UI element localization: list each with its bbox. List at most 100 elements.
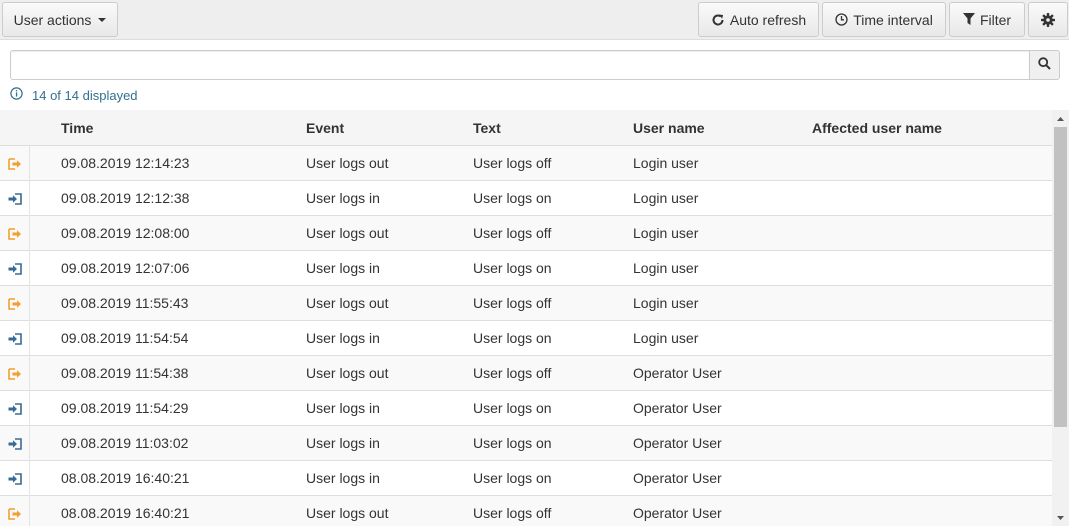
cell-event: User logs in xyxy=(306,435,380,451)
cell-text: User logs on xyxy=(473,400,552,416)
time-interval-button[interactable]: Time interval xyxy=(822,2,946,37)
auto-refresh-label: Auto refresh xyxy=(729,11,807,28)
login-icon xyxy=(0,321,30,356)
cell-time: 09.08.2019 12:14:23 xyxy=(61,155,190,171)
cell-text: User logs on xyxy=(473,435,552,451)
search-button[interactable] xyxy=(1029,50,1060,80)
cell-user-name: Login user xyxy=(633,190,699,206)
column-header-affected-user-name[interactable]: Affected user name xyxy=(812,110,942,146)
cell-text: User logs on xyxy=(473,470,552,486)
caret-down-icon xyxy=(98,17,107,22)
user-actions-table: Time Event Text User name Affected user … xyxy=(0,110,1052,526)
vertical-scrollbar[interactable] xyxy=(1052,110,1069,526)
search-input[interactable] xyxy=(10,50,1030,80)
refresh-icon xyxy=(711,13,725,27)
table-header: Time Event Text User name Affected user … xyxy=(0,110,1052,146)
cell-event: User logs in xyxy=(306,260,380,276)
cell-user-name: Operator User xyxy=(633,505,722,521)
login-icon xyxy=(0,391,30,426)
toolbar: User actions Auto refresh Time interval … xyxy=(0,0,1069,40)
cell-event: User logs in xyxy=(306,190,380,206)
cell-time: 08.08.2019 16:40:21 xyxy=(61,470,190,486)
login-icon xyxy=(0,181,30,216)
cell-event: User logs out xyxy=(306,365,389,381)
search-icon xyxy=(1038,57,1051,73)
cell-time: 08.08.2019 16:40:21 xyxy=(61,505,190,521)
table-row[interactable]: 09.08.2019 12:07:06 User logs in User logs… xyxy=(0,251,1052,286)
column-header-user-name[interactable]: User name xyxy=(633,110,705,146)
cell-user-name: Login user xyxy=(633,225,699,241)
result-count-info: 14 of 14 displayed xyxy=(10,86,138,104)
table-row[interactable]: 09.08.2019 11:54:54 User logs in User logs… xyxy=(0,321,1052,356)
cell-time: 09.08.2019 11:54:54 xyxy=(61,330,189,346)
cell-text: User logs off xyxy=(473,505,552,521)
login-icon xyxy=(0,251,30,286)
settings-button[interactable] xyxy=(1028,2,1068,37)
column-header-time[interactable]: Time xyxy=(61,110,93,146)
result-count-text: 14 of 14 displayed xyxy=(32,87,138,103)
filter-icon xyxy=(962,13,975,26)
cell-user-name: Operator User xyxy=(633,435,722,451)
time-interval-label: Time interval xyxy=(853,11,933,28)
cell-time: 09.08.2019 11:03:02 xyxy=(61,435,189,451)
cell-event: User logs out xyxy=(306,295,389,311)
search-bar xyxy=(10,50,1060,80)
table-row[interactable]: 09.08.2019 12:12:38 User logs in User logs… xyxy=(0,181,1052,216)
cell-text: User logs on xyxy=(473,260,552,276)
cell-text: User logs off xyxy=(473,225,552,241)
cell-text: User logs off xyxy=(473,155,552,171)
cell-event: User logs out xyxy=(306,225,389,241)
filter-button[interactable]: Filter xyxy=(949,2,1025,37)
cell-user-name: Operator User xyxy=(633,365,722,381)
logout-icon xyxy=(0,496,30,526)
table-row[interactable]: 09.08.2019 12:08:00 User logs out User log… xyxy=(0,216,1052,251)
login-icon xyxy=(0,461,30,496)
cell-event: User logs in xyxy=(306,330,380,346)
cell-user-name: Login user xyxy=(633,295,699,311)
cell-text: User logs off xyxy=(473,295,552,311)
table-row[interactable]: 09.08.2019 12:14:23 User logs out User log… xyxy=(0,146,1052,181)
user-actions-dropdown-button[interactable]: User actions xyxy=(2,2,118,37)
cell-user-name: Operator User xyxy=(633,470,722,486)
cell-text: User logs off xyxy=(473,365,552,381)
scroll-down-arrow-icon[interactable] xyxy=(1052,509,1069,526)
logout-icon xyxy=(0,146,30,181)
cell-event: User logs in xyxy=(306,400,380,416)
logout-icon xyxy=(0,356,30,391)
table-row[interactable]: 08.08.2019 16:40:21 User logs out User log… xyxy=(0,496,1052,526)
filter-label: Filter xyxy=(979,11,1012,28)
table-row[interactable]: 09.08.2019 11:54:29 User logs in User logs… xyxy=(0,391,1052,426)
table-row[interactable]: 08.08.2019 16:40:21 User logs in User logs… xyxy=(0,461,1052,496)
table-row[interactable]: 09.08.2019 11:03:02 User logs in User logs… xyxy=(0,426,1052,461)
table-body: 09.08.2019 12:14:23 User logs out User log… xyxy=(0,146,1052,526)
clock-icon xyxy=(835,13,848,26)
gear-icon xyxy=(1041,12,1055,27)
auto-refresh-button[interactable]: Auto refresh xyxy=(698,2,819,37)
column-header-text[interactable]: Text xyxy=(473,110,501,146)
cell-event: User logs out xyxy=(306,505,389,521)
cell-user-name: Login user xyxy=(633,330,699,346)
login-icon xyxy=(0,426,30,461)
column-header-event[interactable]: Event xyxy=(306,110,344,146)
info-icon xyxy=(10,87,23,103)
cell-user-name: Login user xyxy=(633,155,699,171)
cell-text: User logs on xyxy=(473,330,552,346)
cell-event: User logs in xyxy=(306,470,380,486)
scroll-up-arrow-icon[interactable] xyxy=(1052,110,1069,127)
cell-user-name: Operator User xyxy=(633,400,722,416)
cell-time: 09.08.2019 11:55:43 xyxy=(61,295,189,311)
cell-text: User logs on xyxy=(473,190,552,206)
logout-icon xyxy=(0,216,30,251)
logout-icon xyxy=(0,286,30,321)
user-actions-label: User actions xyxy=(13,11,92,28)
cell-time: 09.08.2019 12:08:00 xyxy=(61,225,190,241)
scrollbar-thumb[interactable] xyxy=(1054,127,1067,427)
table-row[interactable]: 09.08.2019 11:54:38 User logs out User log… xyxy=(0,356,1052,391)
cell-time: 09.08.2019 11:54:38 xyxy=(61,365,189,381)
cell-time: 09.08.2019 11:54:29 xyxy=(61,400,189,416)
cell-user-name: Login user xyxy=(633,260,699,276)
table-row[interactable]: 09.08.2019 11:55:43 User logs out User log… xyxy=(0,286,1052,321)
cell-time: 09.08.2019 12:07:06 xyxy=(61,260,190,276)
cell-time: 09.08.2019 12:12:38 xyxy=(61,190,190,206)
cell-event: User logs out xyxy=(306,155,389,171)
